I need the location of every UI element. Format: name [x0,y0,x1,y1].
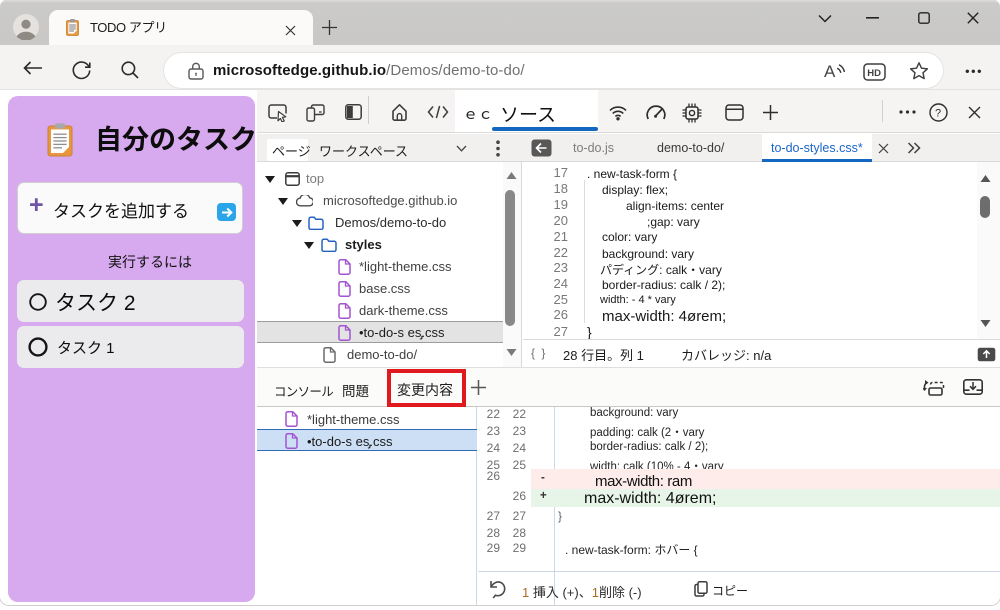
svg-text:HD: HD [867,68,881,79]
svg-text:A: A [824,62,836,81]
svg-text:?: ? [935,108,941,120]
